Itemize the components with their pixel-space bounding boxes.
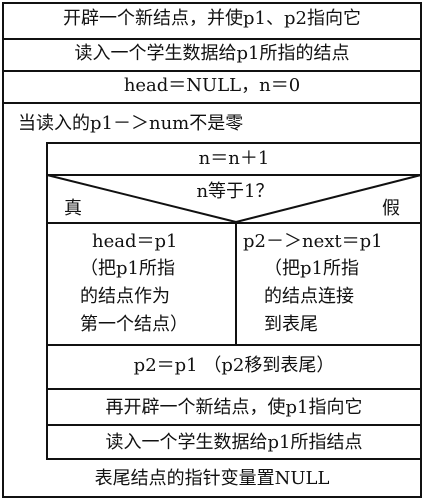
divider	[46, 388, 422, 390]
decision-condition: n等于1？	[196, 181, 274, 202]
no-note-line: （把p1所指	[264, 258, 359, 279]
yes-note-line: （把p1所指	[80, 258, 175, 279]
step-new-node: 再开辟一个新结点，使p1指向它	[105, 397, 363, 418]
yes-statement: head＝p1	[92, 231, 178, 252]
ns-diagram: 开辟一个新结点，并使p1、p2指向它 读入一个学生数据给p1所指的结点 head…	[0, 0, 424, 500]
yes-note-line: 的结点作为	[80, 286, 170, 307]
divider	[46, 222, 422, 224]
divider	[235, 222, 237, 344]
no-note-line: 到表尾	[264, 314, 318, 335]
no-statement: p2－＞next＝p1	[243, 231, 383, 252]
true-label: 真	[64, 198, 82, 219]
divider	[46, 344, 422, 346]
divider	[46, 424, 422, 426]
step-set-null: 表尾结点的指针变量置NULL	[94, 468, 330, 489]
step-move-tail: p2＝p1 （p2移到表尾）	[133, 355, 335, 376]
no-note-line: 的结点连接	[264, 286, 354, 307]
yes-note-line: 第一个结点）	[80, 314, 188, 335]
step-read-next: 读入一个学生数据给p1所指结点	[105, 432, 363, 453]
false-label: 假	[382, 198, 400, 219]
